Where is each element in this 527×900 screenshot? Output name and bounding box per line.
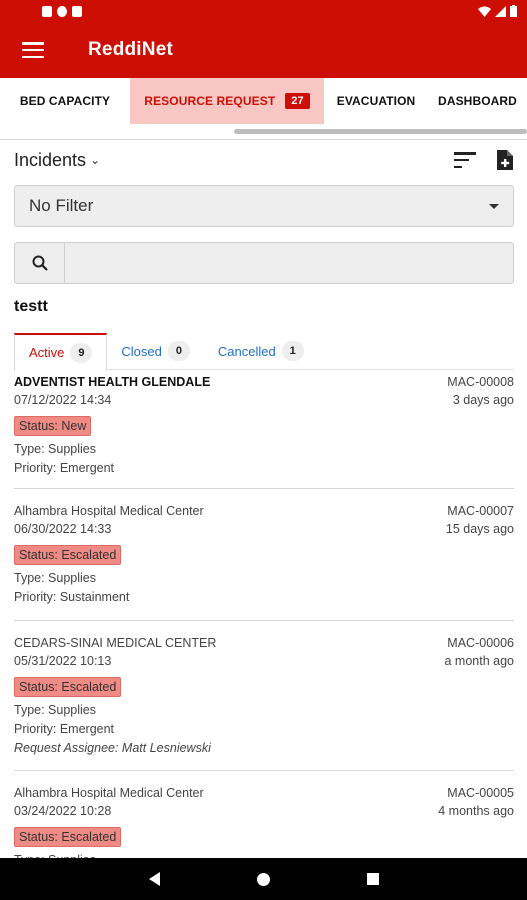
dropdown-arrow-icon	[489, 203, 499, 209]
system-status-bar	[0, 0, 527, 22]
tab-active[interactable]: Active 9	[14, 333, 108, 371]
incident-filter-select[interactable]: No Filter	[14, 185, 514, 227]
request-datetime: 03/24/2022 10:28	[14, 804, 112, 818]
incidents-header: Incidents ⌄	[14, 146, 514, 174]
signal-icon	[495, 5, 506, 17]
app-notification-icon	[42, 5, 52, 17]
status-badge: Status: Escalated	[14, 677, 122, 697]
search-icon	[32, 255, 48, 271]
request-status-tabs: Active 9 Closed 0 Cancelled 1	[14, 332, 514, 371]
resource-request-count-badge: 27	[285, 93, 310, 109]
request-datetime: 06/30/2022 14:33	[14, 522, 112, 536]
request-priority: Priority: Sustainment	[14, 590, 130, 604]
count-badge: 1	[281, 341, 304, 361]
tab-label: BED CAPACITY	[19, 94, 111, 108]
tab-cancelled[interactable]: Cancelled 1	[204, 332, 318, 370]
list-item[interactable]: ADVENTIST HEALTH GLENDALE MAC-00008 07/1…	[14, 371, 514, 489]
tab-label: Closed	[121, 343, 162, 359]
tab-scrollbar[interactable]	[0, 124, 527, 140]
status-badge: Status: Escalated	[14, 545, 122, 565]
tab-dashboard[interactable]: DASHBOARD	[428, 78, 527, 124]
list-item[interactable]: CEDARS-SINAI MEDICAL CENTER MAC-00006 05…	[14, 621, 514, 771]
wifi-icon	[478, 6, 491, 17]
incident-actions	[454, 149, 514, 171]
filter-value: No Filter	[29, 196, 94, 215]
battery-icon	[510, 5, 517, 17]
notification-icons	[42, 5, 82, 17]
incidents-label: Incidents	[14, 149, 87, 170]
request-age: a month ago	[444, 654, 515, 668]
hospital-name: ADVENTIST HEALTH GLENDALE	[14, 375, 211, 389]
search-bar	[14, 242, 514, 284]
tab-evacuation[interactable]: EVACUATION	[324, 78, 428, 124]
recent-apps-icon[interactable]	[366, 873, 379, 885]
request-list[interactable]: ADVENTIST HEALTH GLENDALE MAC-00008 07/1…	[14, 371, 514, 858]
new-document-icon[interactable]	[496, 149, 514, 171]
request-id: MAC-00005	[447, 786, 514, 800]
request-age: 15 days ago	[445, 522, 514, 536]
tab-resource-request[interactable]: RESOURCE REQUEST 27	[130, 78, 324, 124]
request-type: Type: Supplies	[14, 703, 96, 717]
count-badge: 9	[70, 342, 93, 363]
search-button[interactable]	[15, 243, 65, 283]
tab-label: Cancelled	[217, 343, 276, 359]
status-badge: Status: New	[14, 416, 92, 436]
incidents-selector[interactable]: Incidents ⌄	[14, 150, 100, 171]
search-input[interactable]	[65, 243, 513, 283]
system-icons	[478, 5, 517, 17]
request-type: Type: Supplies	[14, 851, 514, 858]
request-type: Type: Supplies	[14, 571, 96, 585]
list-item[interactable]: Alhambra Hospital Medical Center MAC-000…	[14, 771, 514, 858]
back-icon[interactable]	[148, 872, 160, 886]
request-priority: Priority: Emergent	[14, 461, 115, 475]
hospital-name: Alhambra Hospital Medical Center	[14, 786, 204, 800]
app-bar: ReddiNet	[0, 22, 527, 78]
request-age: 4 months ago	[438, 804, 514, 818]
tab-scrollbar-thumb[interactable]	[234, 129, 527, 134]
request-type: Type: Supplies	[14, 442, 96, 456]
hospital-name: Alhambra Hospital Medical Center	[14, 504, 204, 518]
count-badge: 0	[167, 341, 190, 361]
sd-card-icon	[72, 5, 82, 17]
request-id: MAC-00006	[447, 636, 514, 650]
request-priority: Priority: Emergent	[14, 722, 115, 736]
system-nav-bar	[0, 858, 527, 900]
request-id: MAC-00008	[447, 375, 514, 389]
list-item[interactable]: Alhambra Hospital Medical Center MAC-000…	[14, 489, 514, 621]
request-datetime: 05/31/2022 10:13	[14, 654, 112, 668]
request-age: 3 days ago	[452, 393, 514, 407]
tab-closed[interactable]: Closed 0	[107, 332, 203, 370]
chevron-down-icon: ⌄	[90, 153, 101, 167]
home-icon[interactable]	[256, 872, 270, 886]
request-assignee: Request Assignee: Matt Lesniewski	[14, 741, 211, 755]
sync-notification-icon	[57, 5, 67, 17]
tab-bed-capacity[interactable]: BED CAPACITY	[0, 78, 130, 124]
app-title: ReddiNet	[88, 39, 173, 60]
tab-label: RESOURCE REQUEST	[144, 94, 276, 108]
status-badge: Status: Escalated	[14, 827, 122, 847]
sort-icon[interactable]	[454, 152, 476, 168]
tab-label: DASHBOARD	[438, 94, 517, 108]
incident-name: testt	[14, 298, 48, 315]
request-datetime: 07/12/2022 14:34	[14, 393, 112, 407]
menu-icon[interactable]	[22, 42, 44, 58]
tab-label: EVACUATION	[336, 94, 416, 108]
request-id: MAC-00007	[447, 504, 514, 518]
hospital-name: CEDARS-SINAI MEDICAL CENTER	[14, 636, 217, 650]
module-tabs: BED CAPACITY RESOURCE REQUEST 27 EVACUAT…	[0, 78, 527, 124]
tab-label: Active	[29, 345, 65, 360]
